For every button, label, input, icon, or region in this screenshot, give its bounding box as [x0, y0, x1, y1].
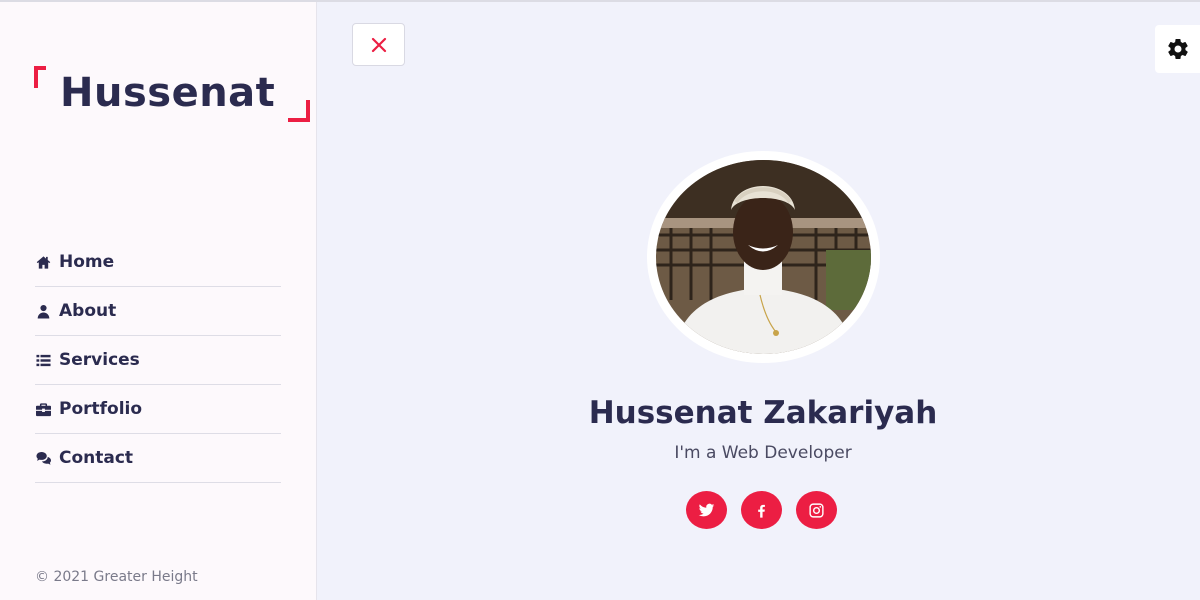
sidebar-item-about[interactable]: About: [35, 287, 281, 336]
sidebar-item-label: Portfolio: [59, 399, 143, 419]
sidebar-item-portfolio[interactable]: Portfolio: [35, 385, 281, 434]
profile-role: I'm a Web Developer: [674, 443, 852, 463]
social-links: [686, 491, 837, 529]
instagram-icon: [809, 502, 824, 518]
comments-icon: [35, 450, 52, 467]
logo-bracket-top-left: [34, 66, 46, 88]
close-icon: [371, 37, 386, 52]
sidebar-item-label: Services: [59, 350, 140, 370]
twitter-icon: [698, 503, 715, 516]
sidebar-item-home[interactable]: Home: [35, 238, 281, 287]
twitter-link[interactable]: [686, 491, 727, 529]
copyright: © 2021 Greater Height: [35, 569, 198, 585]
logo[interactable]: Hussenat: [34, 66, 310, 122]
instagram-link[interactable]: [796, 491, 837, 529]
briefcase-icon: [35, 401, 52, 418]
settings-button[interactable]: [1155, 25, 1200, 73]
sidebar-item-label: Home: [59, 252, 115, 272]
sidebar-item-label: About: [59, 301, 117, 321]
close-button[interactable]: [352, 23, 405, 66]
logo-text: Hussenat: [60, 70, 276, 116]
home-icon: [35, 254, 52, 271]
list-icon: [35, 352, 52, 369]
page: Hussenat Home About Services Portfolio C…: [0, 0, 1200, 600]
facebook-icon: [758, 504, 765, 518]
sidebar-nav: Home About Services Portfolio Contact: [35, 238, 281, 483]
user-icon: [35, 303, 52, 320]
sidebar-item-contact[interactable]: Contact: [35, 434, 281, 483]
profile-name: Hussenat Zakariyah: [588, 395, 938, 431]
sidebar: Hussenat Home About Services Portfolio C…: [0, 2, 317, 600]
profile-photo: [656, 160, 871, 354]
gear-icon: [1167, 39, 1188, 60]
facebook-link[interactable]: [741, 491, 782, 529]
profile-avatar: [647, 151, 880, 363]
sidebar-item-label: Contact: [59, 448, 134, 468]
sidebar-item-services[interactable]: Services: [35, 336, 281, 385]
logo-bracket-bottom-right: [288, 100, 310, 122]
